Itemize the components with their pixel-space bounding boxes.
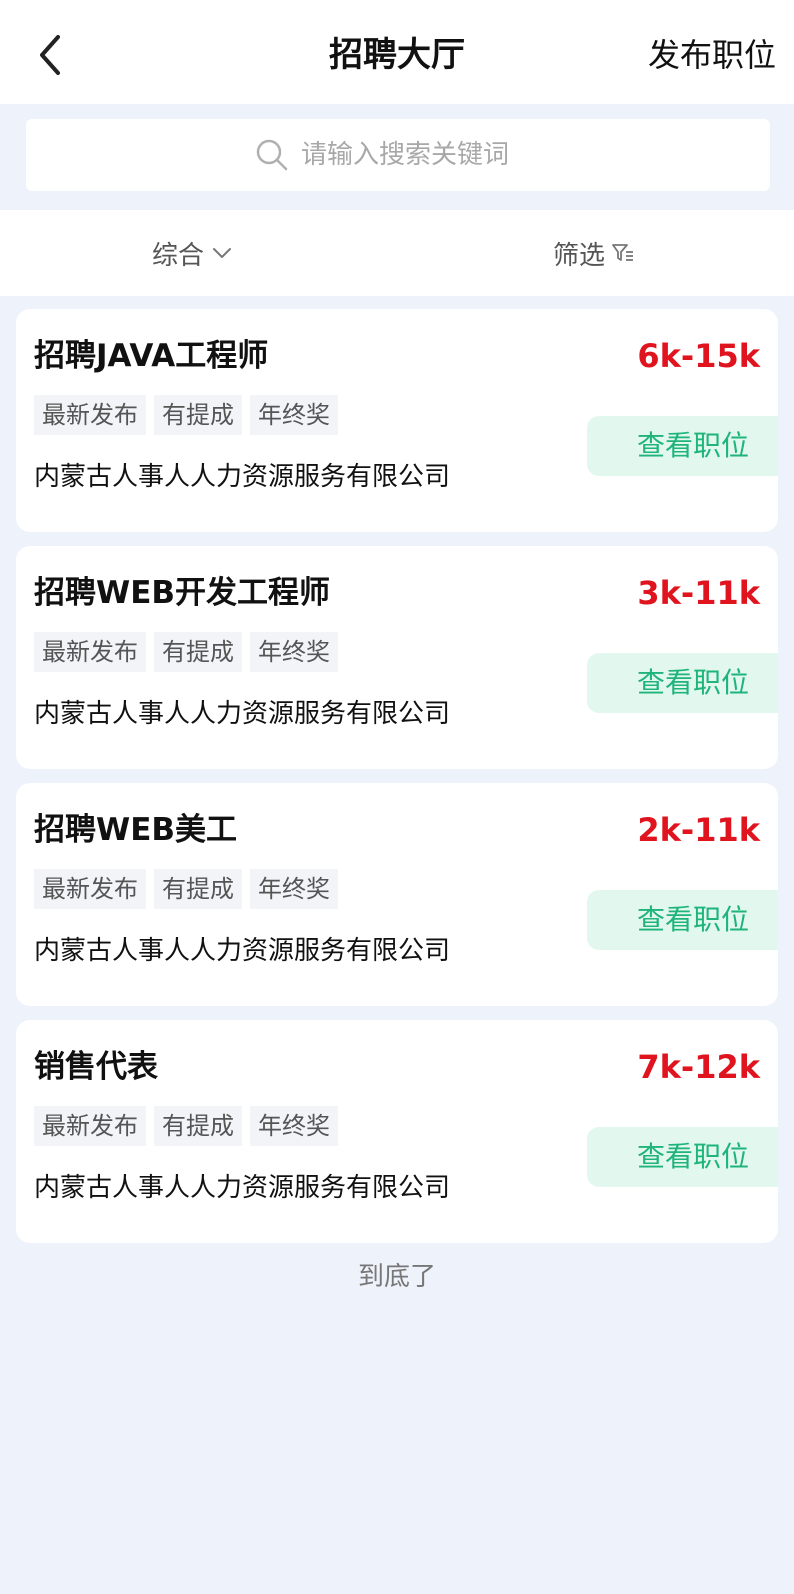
job-salary: 3k-11k [637,574,760,612]
job-salary: 7k-12k [637,1048,760,1086]
job-tag: 有提成 [154,395,242,435]
job-tags: 最新发布 有提成 年终奖 [34,869,346,909]
view-job-button[interactable]: 查看职位 [587,1127,778,1187]
job-tag: 年终奖 [250,869,338,909]
list-end-text: 到底了 [357,1262,436,1292]
view-job-button[interactable]: 查看职位 [587,653,778,713]
search-bar[interactable] [26,119,770,191]
filter-bar: 综合 筛选 [0,210,794,296]
job-tag: 有提成 [154,632,242,672]
job-card[interactable]: 招聘JAVA工程师 6k-15k 最新发布 有提成 年终奖 内蒙古人事人人力资源… [16,309,778,532]
job-title: 招聘WEB美工 [34,812,237,848]
job-tags: 最新发布 有提成 年终奖 [34,395,346,435]
job-card[interactable]: 销售代表 7k-12k 最新发布 有提成 年终奖 内蒙古人事人人力资源服务有限公… [16,1020,778,1243]
job-tag: 年终奖 [250,632,338,672]
job-card[interactable]: 招聘WEB美工 2k-11k 最新发布 有提成 年终奖 内蒙古人事人人力资源服务… [16,783,778,1006]
job-tag: 年终奖 [250,1106,338,1146]
job-salary: 6k-15k [637,337,760,375]
company-name: 内蒙古人事人人力资源服务有限公司 [34,936,451,966]
search-icon [256,139,288,171]
job-tag: 最新发布 [34,395,146,435]
filter-label: 筛选 [553,240,606,271]
company-name: 内蒙古人事人人力资源服务有限公司 [34,699,451,729]
job-card[interactable]: 招聘WEB开发工程师 3k-11k 最新发布 有提成 年终奖 内蒙古人事人人力资… [16,546,778,769]
job-title: 招聘JAVA工程师 [34,338,269,374]
sort-label: 综合 [152,240,205,271]
chevron-down-icon [213,248,232,258]
job-title: 招聘WEB开发工程师 [34,575,330,611]
job-tag: 有提成 [154,869,242,909]
header: 招聘大厅 发布职位 [0,0,794,104]
job-title: 销售代表 [34,1049,158,1085]
job-tag: 最新发布 [34,1106,146,1146]
job-tag: 有提成 [154,1106,242,1146]
filter-icon [612,244,634,261]
job-tag: 最新发布 [34,869,146,909]
view-job-button[interactable]: 查看职位 [587,416,778,476]
publish-job-button[interactable]: 发布职位 [648,30,776,80]
job-tag: 最新发布 [34,632,146,672]
job-tag: 年终奖 [250,395,338,435]
job-salary: 2k-11k [637,811,760,849]
job-tags: 最新发布 有提成 年终奖 [34,1106,346,1146]
sort-dropdown[interactable]: 综合 [152,210,232,296]
job-tags: 最新发布 有提成 年终奖 [34,632,346,672]
company-name: 内蒙古人事人人力资源服务有限公司 [34,1173,451,1203]
filter-button[interactable]: 筛选 [553,210,635,296]
search-input[interactable] [301,140,541,170]
view-job-button[interactable]: 查看职位 [587,890,778,950]
company-name: 内蒙古人事人人力资源服务有限公司 [34,462,451,492]
